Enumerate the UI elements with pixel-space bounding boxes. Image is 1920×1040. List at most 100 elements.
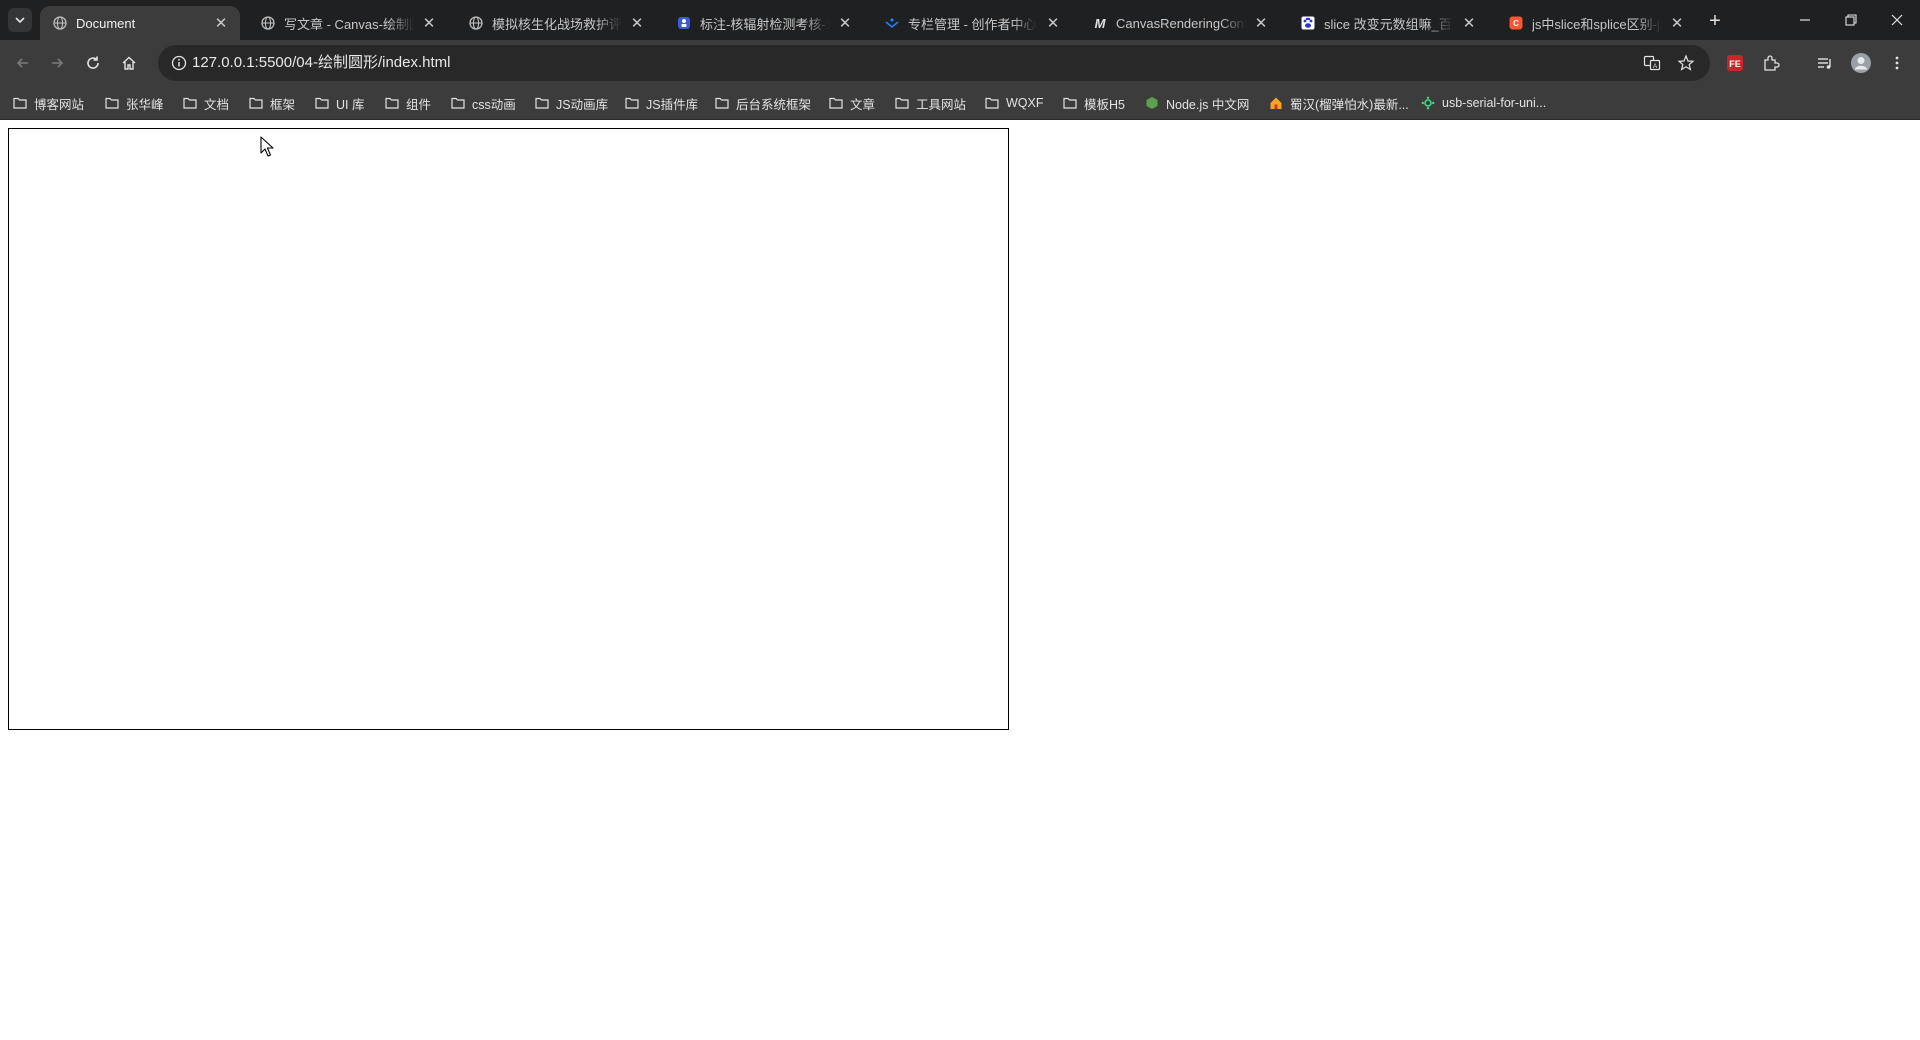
forward-button[interactable] <box>42 48 72 78</box>
bookmark-folder[interactable]: 组件 <box>384 93 431 113</box>
close-icon[interactable]: ✕ <box>628 14 646 32</box>
tab-annotation[interactable]: 标注-核辐射检测考核-1- ✕ <box>664 6 864 40</box>
mdn-icon: M <box>1094 15 1106 31</box>
close-icon[interactable]: ✕ <box>1044 14 1062 32</box>
mouse-pointer-icon <box>260 136 274 157</box>
address-bar[interactable]: 127.0.0.1:5500/04-绘制圆形/index.html A <box>158 45 1710 81</box>
tab-search-button[interactable] <box>8 8 32 32</box>
home-button[interactable] <box>114 48 144 78</box>
bookmark-label: 博客网站 <box>34 97 85 112</box>
bookmark-label: Node.js 中文网 <box>1166 97 1250 112</box>
bookmark-label: JS插件库 <box>646 97 699 112</box>
bookmark-folder[interactable]: css动画 <box>450 93 516 113</box>
bookmark-link[interactable]: usb-serial-for-uni... <box>1420 93 1546 113</box>
bookmark-star-icon[interactable] <box>1676 53 1696 73</box>
tab-mdn[interactable]: M CanvasRenderingConte ✕ <box>1080 6 1280 40</box>
close-icon[interactable]: ✕ <box>420 14 438 32</box>
bookmark-label: 模板H5 <box>1084 97 1125 112</box>
fe-helper-extension-icon[interactable]: FE <box>1722 50 1748 76</box>
bookmark-link[interactable]: Node.js 中文网 <box>1144 93 1249 113</box>
bookmark-label: usb-serial-for-uni... <box>1442 96 1547 110</box>
tab-csdn[interactable]: C js中slice和splice区别-js ✕ <box>1496 6 1696 40</box>
reload-button[interactable] <box>78 48 108 78</box>
folder-icon <box>182 96 198 110</box>
blue-figure-icon <box>676 15 692 31</box>
bookmark-folder[interactable]: 博客网站 <box>12 93 84 113</box>
bookmark-label: 框架 <box>270 97 296 112</box>
close-icon[interactable]: ✕ <box>836 14 854 32</box>
tab-title: CanvasRenderingConte <box>1116 15 1246 31</box>
globe-icon <box>468 15 484 31</box>
bookmark-folder[interactable]: UI 库 <box>314 93 364 113</box>
info-icon[interactable] <box>170 54 188 72</box>
globe-icon <box>260 15 276 31</box>
folder-icon <box>984 96 1000 110</box>
tab-canvas-article[interactable]: 写文章 - Canvas-绘制圆形 ✕ <box>248 6 448 40</box>
folder-icon <box>450 96 466 110</box>
bookmark-folder[interactable]: 框架 <box>248 93 295 113</box>
arrow-left-icon <box>16 58 28 68</box>
baidu-paw-icon <box>1300 15 1316 31</box>
bookmark-label: UI 库 <box>336 97 365 112</box>
tab-title: 专栏管理 - 创作者中心 - 掘 <box>908 16 1038 32</box>
close-icon[interactable]: ✕ <box>1668 14 1686 32</box>
bookmark-folder[interactable]: 张华峰 <box>104 93 164 113</box>
bookmark-folder[interactable]: JS动画库 <box>534 93 608 113</box>
restore-button[interactable] <box>1828 0 1874 40</box>
media-control-icon[interactable] <box>1812 50 1838 76</box>
reload-icon <box>87 56 99 69</box>
tab-title: Document <box>76 15 136 31</box>
drawing-canvas[interactable] <box>8 128 1009 730</box>
bookmark-folder[interactable]: 模板H5 <box>1062 93 1125 113</box>
bookmark-label: 文章 <box>850 97 876 112</box>
folder-icon <box>534 96 550 110</box>
home-icon <box>122 56 136 70</box>
tab-juejin[interactable]: 专栏管理 - 创作者中心 - 掘 ✕ <box>872 6 1072 40</box>
bookmark-label: 文档 <box>204 97 230 112</box>
tab-document[interactable]: Document ✕ <box>40 6 240 40</box>
folder-icon <box>828 96 844 110</box>
bookmark-link[interactable]: 蜀汉(榴弹怕水)最新... <box>1268 93 1409 113</box>
tab-simulation[interactable]: 模拟核生化战场救护评估 ✕ <box>456 6 656 40</box>
tab-title: 模拟核生化战场救护评估 <box>492 16 622 32</box>
tab-title: 标注-核辐射检测考核-1- <box>700 16 830 32</box>
folder-icon <box>104 96 120 110</box>
close-icon[interactable]: ✕ <box>212 14 230 32</box>
bookmark-folder[interactable]: JS插件库 <box>624 93 698 113</box>
tab-title: 写文章 - Canvas-绘制圆形 <box>284 16 414 32</box>
tab-baidu[interactable]: slice 改变元数组嘛_百度 ✕ <box>1288 6 1488 40</box>
bookmark-label: JS动画库 <box>556 97 609 112</box>
bookmark-label: 工具网站 <box>916 97 967 112</box>
folder-icon <box>714 96 730 110</box>
close-window-button[interactable] <box>1874 0 1920 40</box>
more-menu-icon[interactable] <box>1884 50 1910 76</box>
translate-icon[interactable]: A <box>1642 53 1662 73</box>
bookmark-folder[interactable]: 后台系统框架 <box>714 93 811 113</box>
url-text[interactable]: 127.0.0.1:5500/04-绘制圆形/index.html <box>192 45 450 81</box>
globe-icon <box>52 15 68 31</box>
bookmark-label: 组件 <box>406 97 432 112</box>
bookmark-folder[interactable]: 工具网站 <box>894 93 966 113</box>
close-icon[interactable]: ✕ <box>1460 14 1478 32</box>
close-icon[interactable]: ✕ <box>1252 14 1270 32</box>
chevron-down-icon <box>15 17 25 24</box>
bookmark-folder[interactable]: 文档 <box>182 93 229 113</box>
bookmarks-bar: 博客网站 张华峰 文档 框架 UI 库 组件 css动画 JS动画库 JS插件库… <box>0 86 1920 120</box>
minimize-button[interactable] <box>1782 0 1828 40</box>
browser-chrome: Document ✕ 写文章 - Canvas-绘制圆形 ✕ 模拟核生化战场救护… <box>0 0 1920 120</box>
svg-text:A: A <box>1653 63 1658 70</box>
bookmark-folder[interactable]: 文章 <box>828 93 875 113</box>
bookmark-folder[interactable]: WQXF <box>984 93 1044 113</box>
extensions-puzzle-icon[interactable] <box>1758 50 1784 76</box>
profile-avatar-icon[interactable] <box>1848 50 1874 76</box>
back-button[interactable] <box>8 48 38 78</box>
bookmark-label: 后台系统框架 <box>736 97 812 112</box>
minimize-icon <box>1800 19 1810 21</box>
folder-icon <box>1062 96 1078 110</box>
page-viewport <box>0 120 1920 1040</box>
tab-strip: Document ✕ 写文章 - Canvas-绘制圆形 ✕ 模拟核生化战场救护… <box>0 0 1920 40</box>
folder-icon <box>624 96 640 110</box>
juejin-icon <box>884 15 900 31</box>
new-tab-button[interactable]: + <box>1702 8 1728 34</box>
csdn-icon: C <box>1508 15 1524 31</box>
